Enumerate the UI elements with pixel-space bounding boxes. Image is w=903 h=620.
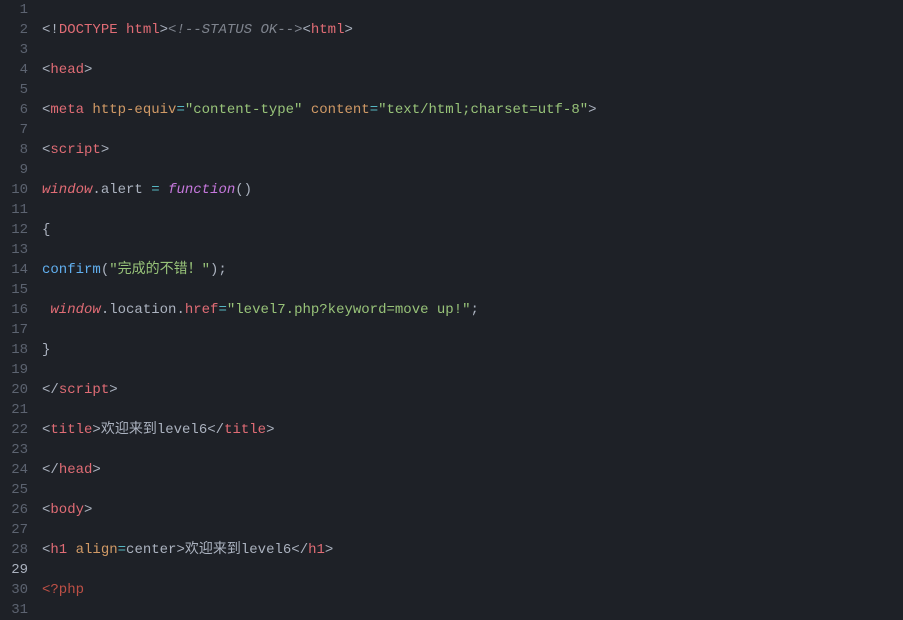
line-number: 2 [0,20,28,40]
code-line[interactable]: confirm("完成的不错！"); [42,260,903,280]
line-number: 30 [0,580,28,600]
line-number: 25 [0,480,28,500]
line-number: 16 [0,300,28,320]
code-line[interactable]: </script> [42,380,903,400]
line-number: 29 [0,560,28,580]
code-line[interactable]: { [42,220,903,240]
line-number: 13 [0,240,28,260]
line-number: 10 [0,180,28,200]
line-number: 24 [0,460,28,480]
line-number: 7 [0,120,28,140]
code-line[interactable]: <head> [42,60,903,80]
line-number: 6 [0,100,28,120]
code-editor[interactable]: 1 2 3 4 5 6 7 8 9 10 11 12 13 14 15 16 1… [0,0,903,616]
line-number: 11 [0,200,28,220]
line-number: 18 [0,340,28,360]
line-number: 19 [0,360,28,380]
line-number: 22 [0,420,28,440]
code-line[interactable]: <h1 align=center>欢迎来到level6</h1> [42,540,903,560]
code-line[interactable]: window.alert = function() [42,180,903,200]
line-number: 12 [0,220,28,240]
line-number: 4 [0,60,28,80]
code-line[interactable]: window.location.href="level7.php?keyword… [42,300,903,320]
line-number: 9 [0,160,28,180]
line-number: 21 [0,400,28,420]
code-content[interactable]: <!DOCTYPE html><!--STATUS OK--><html> <h… [38,0,903,616]
line-number: 3 [0,40,28,60]
line-number: 5 [0,80,28,100]
line-number: 14 [0,260,28,280]
line-number: 20 [0,380,28,400]
code-line[interactable]: <script> [42,140,903,160]
line-number: 15 [0,280,28,300]
line-number: 23 [0,440,28,460]
code-line[interactable]: </head> [42,460,903,480]
line-number-gutter: 1 2 3 4 5 6 7 8 9 10 11 12 13 14 15 16 1… [0,0,38,616]
code-line[interactable]: <meta http-equiv="content-type" content=… [42,100,903,120]
line-number: 1 [0,0,28,20]
line-number: 8 [0,140,28,160]
code-line[interactable]: <!DOCTYPE html><!--STATUS OK--><html> [42,20,903,40]
code-line[interactable]: <title>欢迎来到level6</title> [42,420,903,440]
code-line[interactable]: <body> [42,500,903,520]
line-number: 26 [0,500,28,520]
line-number: 27 [0,520,28,540]
code-line[interactable]: } [42,340,903,360]
line-number: 31 [0,600,28,620]
code-line[interactable]: <?php [42,580,903,600]
line-number: 17 [0,320,28,340]
line-number: 28 [0,540,28,560]
